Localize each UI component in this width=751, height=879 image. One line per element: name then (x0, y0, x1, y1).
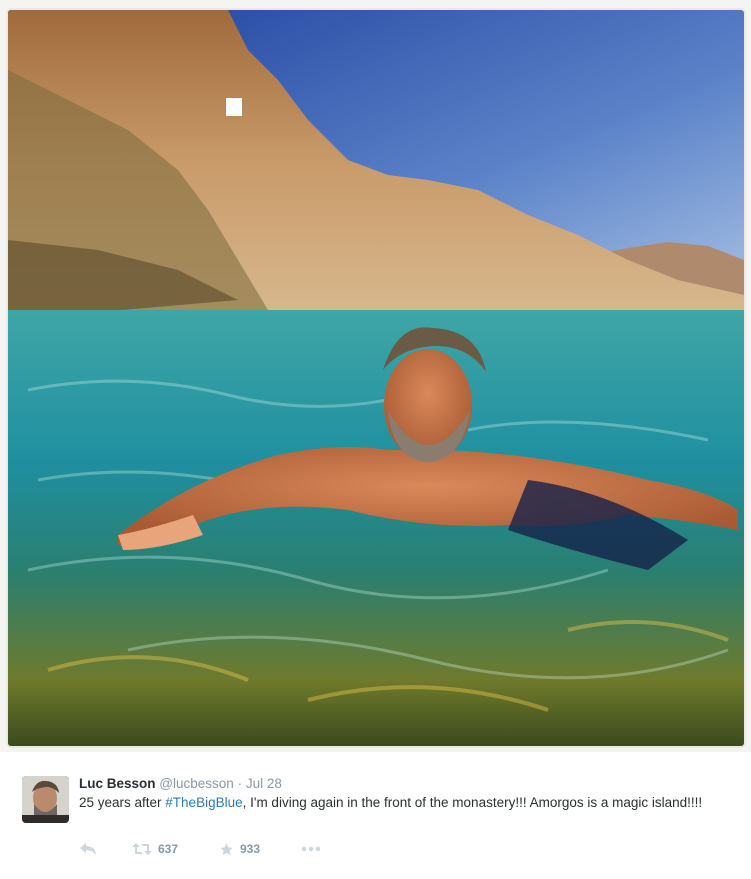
avatar-image (22, 776, 69, 823)
monastery-icon (226, 98, 242, 116)
avatar[interactable] (22, 776, 69, 823)
photo-illustration (8, 10, 744, 746)
retweet-icon (132, 843, 152, 855)
reply-button[interactable] (79, 839, 97, 859)
tweet-photo[interactable] (8, 10, 744, 746)
tweet-header: Luc Besson @lucbesson · Jul 28 (79, 775, 282, 793)
more-button[interactable] (301, 839, 321, 859)
tweet-text-end: , I'm diving again in the front of the m… (242, 795, 703, 810)
photo-frame (0, 0, 751, 752)
hashtag-link[interactable]: #TheBigBlue (165, 795, 242, 810)
reply-icon (80, 843, 96, 855)
more-icon (301, 846, 321, 852)
tweet-date[interactable]: Jul 28 (246, 776, 282, 791)
star-icon (220, 842, 233, 855)
tweet-card: Luc Besson @lucbesson · Jul 28 25 years … (0, 752, 751, 879)
retweet-button[interactable]: 637 (132, 839, 178, 859)
display-name[interactable]: Luc Besson (79, 776, 156, 791)
tweet-text: 25 years after #TheBigBlue, I'm diving a… (79, 794, 719, 812)
favorite-count: 933 (240, 842, 261, 856)
tweet-text-start: 25 years after (79, 795, 166, 810)
separator: · (237, 776, 243, 791)
favorite-button[interactable]: 933 (219, 839, 260, 859)
retweet-count: 637 (158, 842, 179, 856)
user-handle[interactable]: @lucbesson (159, 776, 234, 791)
